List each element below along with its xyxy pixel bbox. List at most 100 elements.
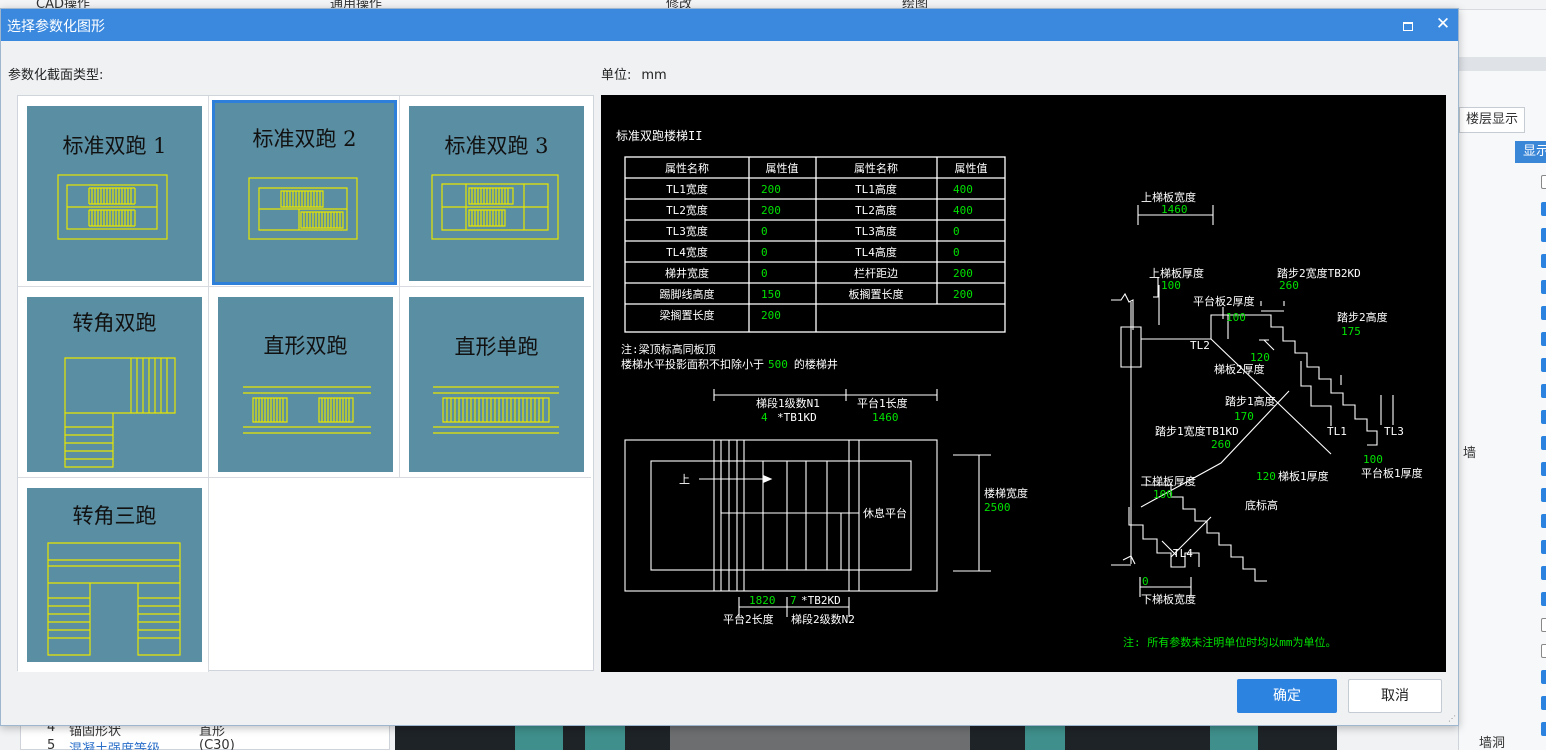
table-value: 400 [953,183,973,196]
display-checkbox[interactable] [1541,670,1546,684]
type-standard-double-1[interactable]: 标准双跑 1 [18,96,209,287]
display-checkbox[interactable] [1541,514,1546,528]
seg1-n: 4 [761,411,768,424]
table-property-name: TL1宽度 [666,182,708,196]
dialog-title: 选择参数化图形 [7,19,105,35]
stair-corner-triple-icon [47,542,181,656]
display-checkbox[interactable] [1541,384,1546,398]
landing2-label: 平台2长度 [723,612,774,626]
section-type-label: 参数化截面类型: [8,68,104,83]
property-value[interactable]: (C30) [199,738,235,750]
type-standard-double-3[interactable]: 标准双跑 3 [400,96,591,287]
maximize-icon[interactable] [1399,17,1415,33]
table-property-name: TL2高度 [855,203,897,217]
close-icon[interactable]: ✕ [1433,12,1453,36]
step1-width-label: 踏步1宽度TB1KD [1155,424,1239,438]
lower-slab-width-label: 下梯板宽度 [1141,592,1196,606]
select-parametric-shape-dialog: 选择参数化图形 ✕ 参数化截面类型: 单位: mm 标准双跑 1 标准双跑 2 [0,8,1459,726]
upper-slab-thickness-label: 上梯板厚度 [1149,266,1204,280]
display-checkbox[interactable] [1541,228,1546,242]
type-thumbnail[interactable]: 标准双跑 3 [409,106,584,281]
rest-landing-label: 休息平台 [863,506,907,520]
display-checkbox[interactable] [1541,202,1546,216]
landing1-thickness-value: 100 [1363,453,1383,466]
upper-slab-width-label: 上梯板宽度 [1141,190,1196,204]
lower-slab-thickness-label: 下梯板厚度 [1141,474,1196,488]
table-header: 属性名称 [665,161,709,175]
type-thumbnail[interactable]: 直形双跑 [218,297,393,472]
table-property-name: 板搁置长度 [849,287,904,301]
type-straight-single[interactable]: 直形单跑 [400,287,591,478]
table-header: 属性值 [766,161,799,175]
display-checkbox[interactable] [1541,306,1546,320]
upper-slab-thickness-value: 100 [1161,279,1181,292]
step1-height-label: 踏步1高度 [1225,394,1276,408]
column-header-display[interactable]: 显示 [1515,141,1546,163]
stair-double-3-icon [431,174,559,240]
type-thumbnail[interactable]: 转角双跑 [27,297,202,472]
tree-item-wall[interactable]: 墙 [1463,442,1476,461]
display-checkbox[interactable] [1541,644,1546,658]
display-checkbox[interactable] [1541,722,1546,736]
display-checkbox[interactable] [1541,332,1546,346]
display-checkbox[interactable] [1541,696,1546,710]
background-right-panel: 楼层显示 显示 墙 墙洞 [1458,10,1546,750]
display-checkbox[interactable] [1541,540,1546,554]
stair-double-1-icon [57,174,168,240]
type-straight-double[interactable]: 直形双跑 [209,287,400,478]
table-property-name: TL3高度 [855,224,897,238]
table-value: 0 [761,267,768,280]
step2-height-value: 175 [1341,325,1361,338]
step2-width-value: 260 [1279,279,1299,292]
type-thumbnail[interactable]: 转角三跑 [27,488,202,662]
ok-button[interactable]: 确定 [1237,679,1337,713]
type-corner-triple[interactable]: 转角三跑 [18,478,209,672]
type-corner-double[interactable]: 转角双跑 [18,287,209,478]
lower-slab-width-value: 0 [1142,575,1149,588]
type-thumbnail[interactable]: 标准双跑 1 [27,106,202,281]
table-property-name: 栏杆距边 [854,266,898,280]
display-checkbox[interactable] [1541,410,1546,424]
seg1-formula: *TB1KD [777,411,817,424]
tab-floor-display[interactable]: 楼层显示 [1459,107,1525,133]
display-checkbox[interactable] [1541,618,1546,632]
table-property-name: TL4宽度 [666,245,708,259]
display-checkbox[interactable] [1541,462,1546,476]
table-property-name: 梯井宽度 [665,266,709,280]
landing1-thickness-label: 平台板1厚度 [1361,466,1423,480]
display-checkbox[interactable] [1541,436,1546,450]
footer-note: 注: 所有参数未注明单位时均以mm为单位。 [1123,635,1337,649]
tl3-label: TL3 [1384,425,1404,438]
table-property-name: TL4高度 [855,245,897,259]
stair-straight-double-icon [243,386,371,434]
resize-grip-icon[interactable]: ⋰ [1448,715,1458,725]
dialog-titlebar[interactable]: 选择参数化图形 ✕ [1,9,1458,41]
tl1-label: TL1 [1327,425,1347,438]
landing2-value: 1820 [749,594,776,607]
bottom-elevation-label: 底标高 [1245,498,1278,512]
selection-highlight [212,100,397,285]
unit-caption: 单位: [601,68,632,83]
table-property-name: TL2宽度 [666,203,708,217]
display-checkbox[interactable] [1541,488,1546,502]
note-line-1: 注:梁顶标高同板顶 [621,342,716,356]
note-line-2: 楼梯水平投影面积不扣除小于 500 的楼梯井 [621,357,838,371]
seg2-formula: *TB2KD [801,594,841,607]
display-checkbox[interactable] [1541,280,1546,294]
step2-height-label: 踏步2高度 [1337,310,1388,324]
tree-item-wall-hole[interactable]: 墙洞 [1479,732,1505,750]
display-checkbox[interactable] [1541,566,1546,580]
property-name: 混凝土强度等级 [69,742,161,750]
step2-width-label: 踏步2宽度TB2KD [1277,266,1361,280]
lower-slab-thickness-value: 100 [1153,488,1173,501]
type-thumbnail[interactable]: 直形单跑 [409,297,584,472]
display-checkbox[interactable] [1541,254,1546,268]
table-value: 200 [761,183,781,196]
cancel-button[interactable]: 取消 [1348,679,1442,713]
landing2-thickness-value: 100 [1226,311,1246,324]
display-checkbox[interactable] [1541,592,1546,606]
type-standard-double-2[interactable]: 标准双跑 2 [209,96,400,287]
display-checkbox[interactable] [1541,175,1546,189]
slab1-thickness-label: 梯板1厚度 [1278,469,1329,483]
display-checkbox[interactable] [1541,358,1546,372]
